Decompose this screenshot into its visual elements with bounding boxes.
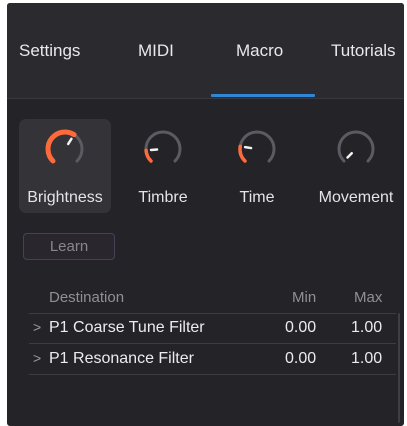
table-row[interactable]: > P1 Resonance Filter 0.00 1.00 bbox=[29, 344, 396, 375]
macro-timbre[interactable]: Timbre bbox=[117, 119, 209, 213]
row-destination: P1 Resonance Filter bbox=[49, 350, 194, 367]
knob-pointer bbox=[243, 145, 253, 150]
row-min[interactable]: 0.00 bbox=[285, 350, 316, 368]
knob-value-arc bbox=[238, 144, 247, 163]
movement-knob[interactable] bbox=[334, 127, 378, 171]
knob-track bbox=[144, 130, 182, 163]
tab-macro[interactable]: Macro bbox=[236, 41, 283, 61]
knob-pointer bbox=[66, 137, 73, 146]
header-max: Max bbox=[354, 289, 383, 306]
macro-label-time: Time bbox=[239, 189, 275, 206]
macro-brightness[interactable]: Brightness bbox=[19, 119, 111, 213]
macro-time[interactable]: Time bbox=[211, 119, 303, 213]
active-tab-indicator bbox=[211, 94, 315, 97]
macro-panel: Settings MIDI Macro Tutorials Brightness… bbox=[7, 3, 404, 426]
row-min[interactable]: 0.00 bbox=[285, 319, 316, 337]
chevron-right-icon[interactable]: > bbox=[33, 319, 41, 335]
macro-movement[interactable]: Movement bbox=[310, 119, 402, 213]
tab-settings[interactable]: Settings bbox=[19, 41, 80, 61]
brightness-knob[interactable] bbox=[43, 127, 87, 171]
time-knob[interactable] bbox=[235, 127, 279, 171]
tab-midi[interactable]: MIDI bbox=[138, 41, 174, 61]
scrollbar[interactable] bbox=[398, 313, 400, 423]
macro-label-brightness: Brightness bbox=[27, 189, 103, 206]
knob-value-arc bbox=[144, 148, 153, 163]
macro-label-movement: Movement bbox=[318, 189, 394, 206]
row-max[interactable]: 1.00 bbox=[351, 350, 382, 368]
learn-button[interactable]: Learn bbox=[23, 233, 115, 260]
row-max[interactable]: 1.00 bbox=[351, 319, 382, 337]
tab-tutorials[interactable]: Tutorials bbox=[331, 41, 396, 61]
knob-value-arc bbox=[45, 129, 77, 164]
header-destination: Destination bbox=[49, 289, 125, 306]
header-min: Min bbox=[292, 289, 317, 306]
table-row[interactable]: > P1 Coarse Tune Filter 0.00 1.00 bbox=[29, 313, 396, 344]
chevron-right-icon[interactable]: > bbox=[33, 350, 41, 366]
timbre-knob[interactable] bbox=[141, 127, 185, 171]
knob-track bbox=[337, 130, 375, 163]
knob-pointer bbox=[346, 151, 354, 159]
tab-bar: Settings MIDI Macro Tutorials bbox=[7, 3, 404, 99]
row-destination: P1 Coarse Tune Filter bbox=[49, 319, 205, 336]
macro-label-timbre: Timbre bbox=[138, 189, 188, 206]
